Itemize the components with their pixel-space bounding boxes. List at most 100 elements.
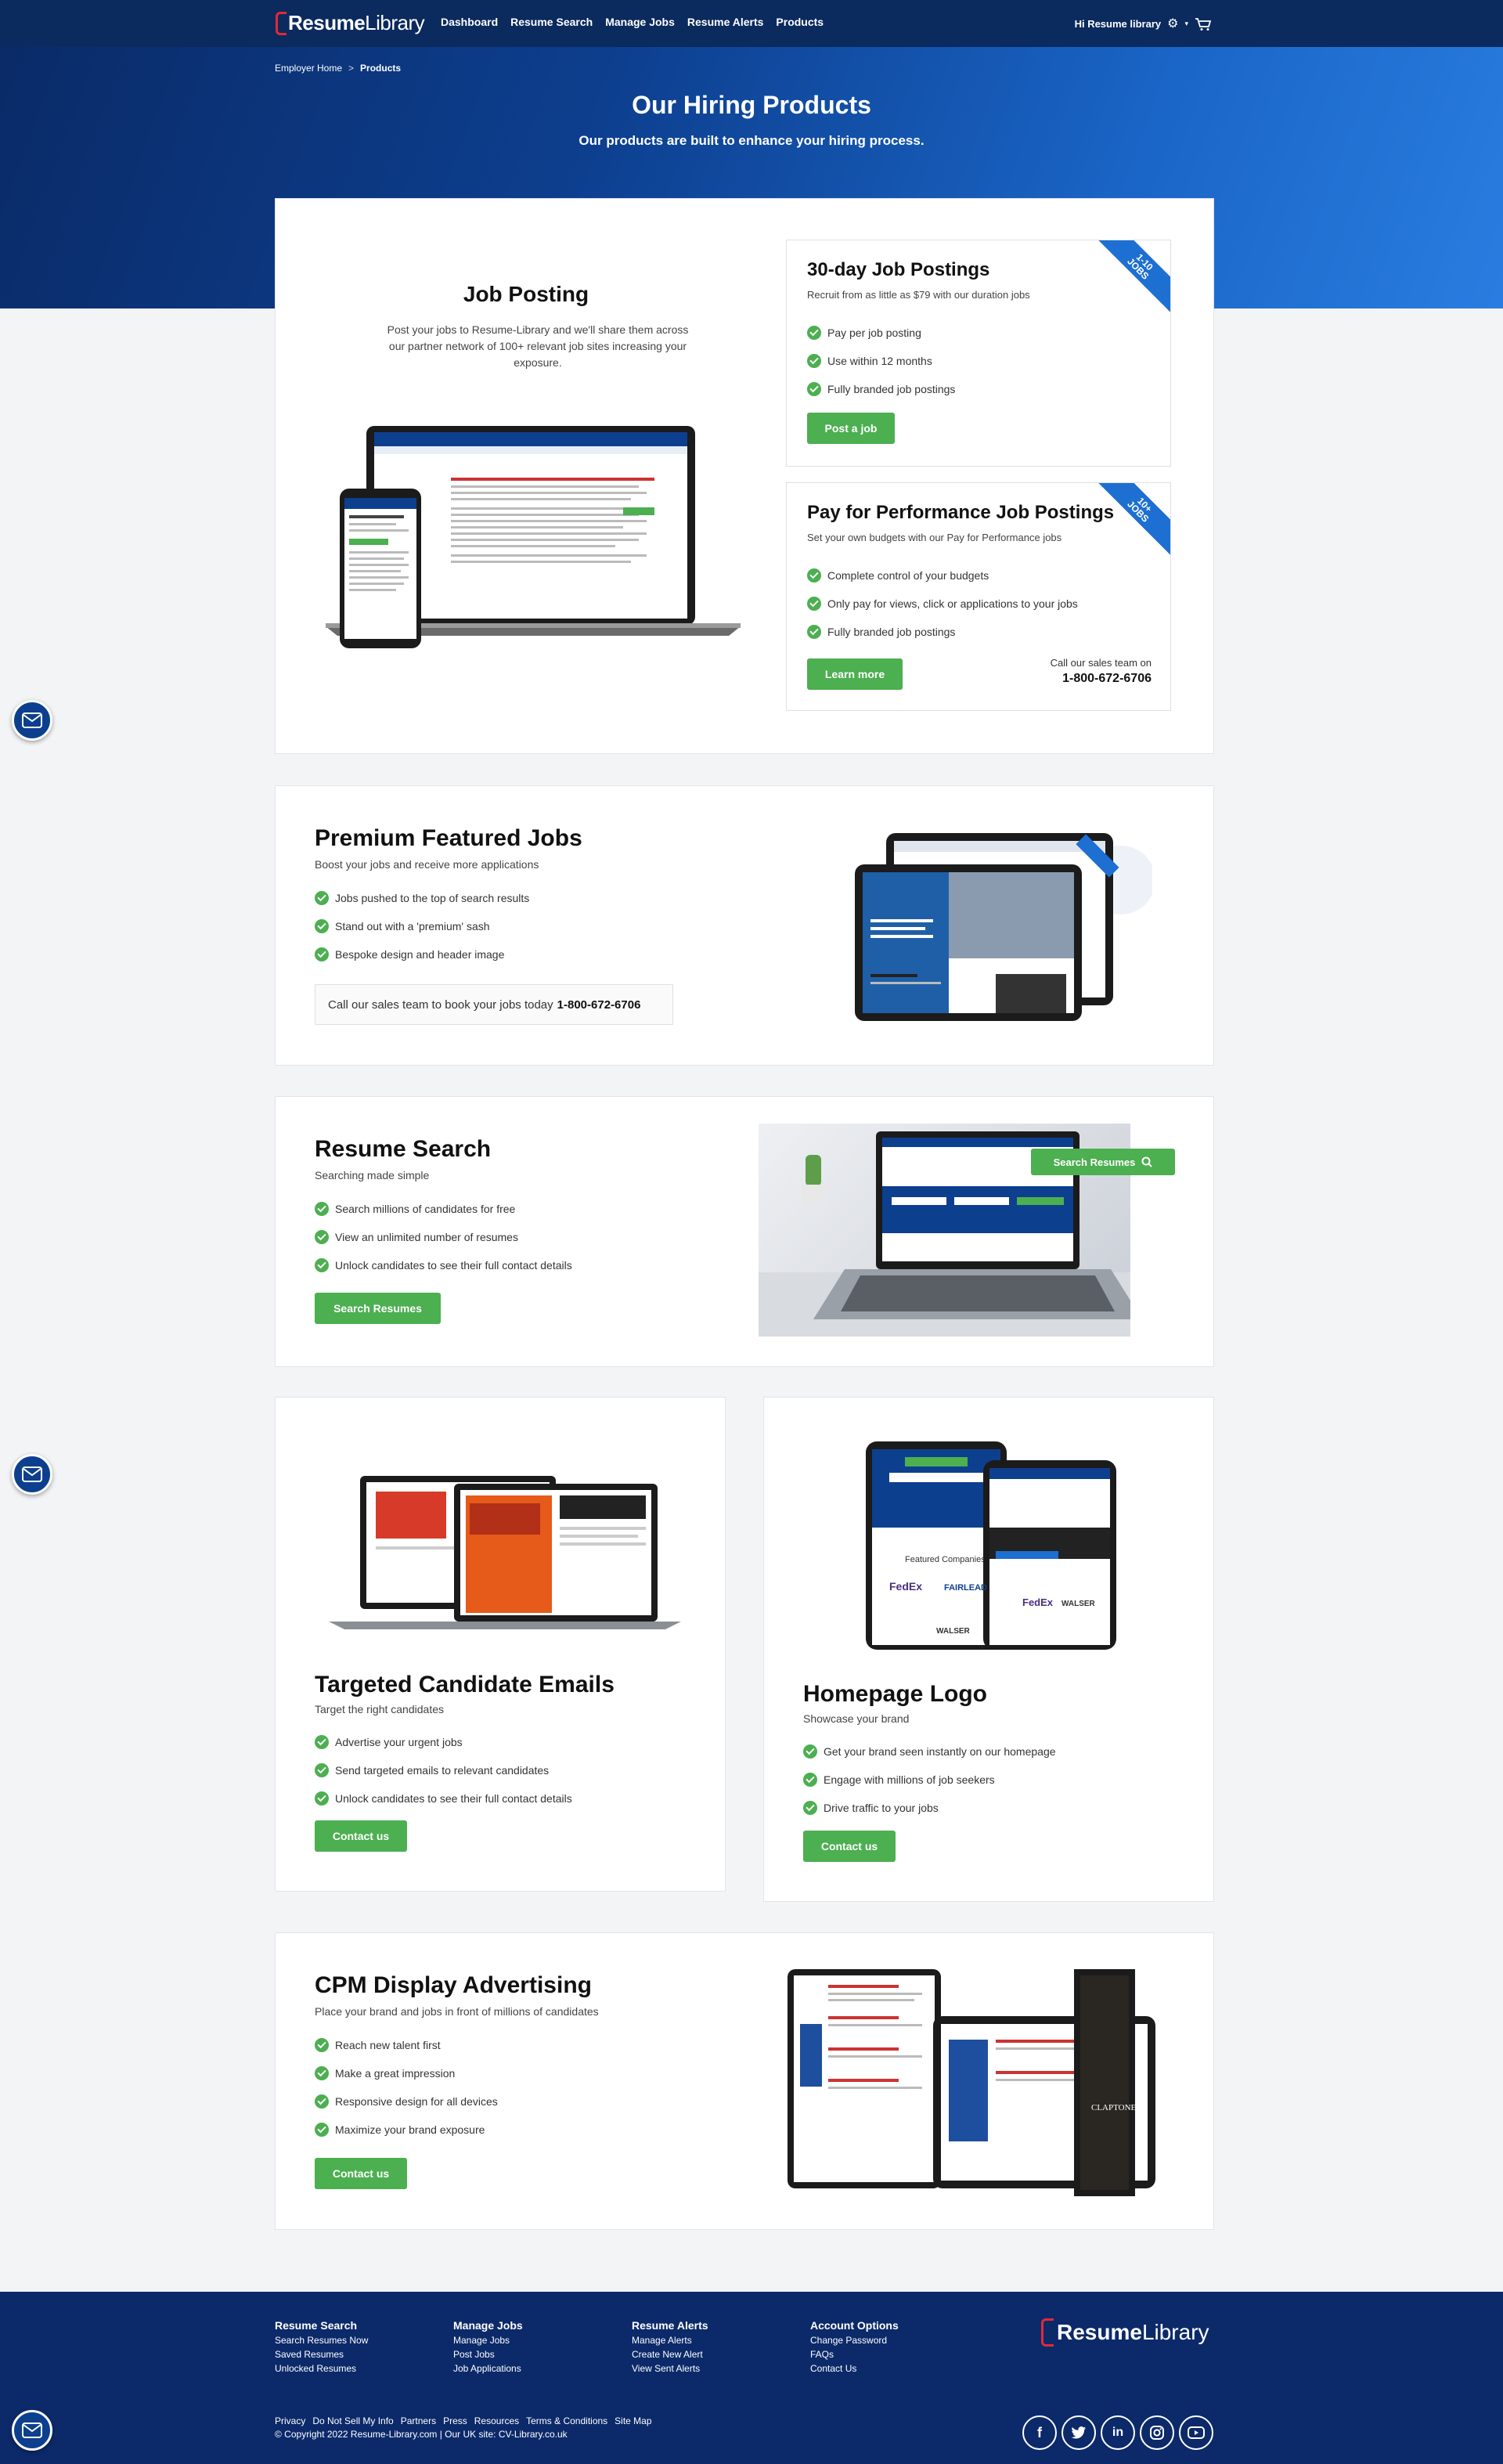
search-icon	[1141, 1156, 1153, 1167]
footer-copyright: © Copyright 2022 Resume-Library.com | Ou…	[275, 2429, 568, 2440]
premium-call-box: Call our sales team to book your jobs to…	[315, 984, 673, 1025]
footer-legal-link[interactable]: Press	[443, 2415, 467, 2426]
footer-legal-link[interactable]: Partners	[401, 2415, 436, 2426]
floating-mail-button[interactable]	[12, 700, 52, 741]
premium-call-text: Call our sales team to book your jobs to…	[328, 998, 553, 1012]
list-item: Engage with millions of job seekers	[803, 1766, 1056, 1794]
contact-us-button[interactable]: Contact us	[803, 1831, 896, 1862]
linkedin-icon[interactable]: in	[1101, 2415, 1135, 2450]
list-item: Unlock candidates to see their full cont…	[315, 1251, 572, 1279]
list-item: Stand out with a 'premium' sash	[315, 912, 529, 940]
breadcrumb-home[interactable]: Employer Home	[275, 63, 342, 74]
homepage-logo-feature-list: Get your brand seen instantly on our hom…	[803, 1737, 1056, 1822]
footer-link[interactable]: Saved Resumes	[275, 2347, 368, 2361]
homepage-logo-subtitle: Showcase your brand	[803, 1712, 910, 1725]
list-item: Use within 12 months	[807, 347, 955, 375]
premium-phone[interactable]: 1-800-672-6706	[557, 998, 641, 1012]
footer-legal-links: Privacy Do Not Sell My Info Partners Pre…	[275, 2415, 652, 2426]
resume-library-logo[interactable]: Resume Library	[276, 11, 425, 35]
floating-mail-button[interactable]	[12, 1454, 52, 1495]
sales-call-info: Call our sales team on 1-800-672-6706	[1051, 657, 1152, 686]
nav-resume-search[interactable]: Resume Search	[510, 16, 593, 28]
search-resumes-button[interactable]: Search Resumes	[315, 1293, 441, 1324]
contact-us-button[interactable]: Contact us	[315, 1820, 407, 1852]
homepage-logo-title: Homepage Logo	[803, 1681, 988, 1707]
footer-link[interactable]: Search Resumes Now	[275, 2333, 368, 2347]
svg-text:FAIRLEAD: FAIRLEAD	[944, 1583, 987, 1593]
nav-resume-alerts[interactable]: Resume Alerts	[687, 16, 764, 28]
ribbon-1-10-jobs: 1-10 JOBS	[1090, 240, 1170, 316]
footer-col-resume-alerts: Resume Alerts Manage Alerts Create New A…	[632, 2318, 708, 2376]
footer-link[interactable]: Create New Alert	[632, 2347, 708, 2361]
check-icon	[807, 382, 821, 396]
footer-legal-link[interactable]: Terms & Conditions	[526, 2415, 607, 2426]
check-icon	[315, 1735, 329, 1749]
list-item: Maximize your brand exposure	[315, 2116, 498, 2144]
learn-more-button[interactable]: Learn more	[807, 658, 903, 690]
resume-search-feature-list: Search millions of candidates for free V…	[315, 1195, 572, 1279]
svg-text:WALSER: WALSER	[936, 1627, 971, 1636]
list-item: Reach new talent first	[315, 2031, 498, 2059]
cpm-subtitle: Place your brand and jobs in front of mi…	[315, 2005, 599, 2018]
gear-icon[interactable]: ⚙	[1167, 16, 1178, 31]
footer-link[interactable]: Manage Alerts	[632, 2333, 708, 2347]
footer-link[interactable]: View Sent Alerts	[632, 2361, 708, 2376]
top-navbar: Resume Library Dashboard Resume Search Ma…	[0, 0, 1503, 47]
mail-icon	[22, 1466, 42, 1482]
floating-mail-button[interactable]	[12, 2410, 52, 2451]
homepage-logo-phones-illustration: Featured Companies FedEx FAIRLEAD FedEx …	[866, 1441, 1116, 1650]
footer-link[interactable]: Change Password	[810, 2333, 899, 2347]
youtube-icon[interactable]	[1179, 2415, 1213, 2450]
footer-logo[interactable]: Resume Library	[1041, 2318, 1209, 2347]
list-item: Only pay for views, click or application…	[807, 590, 1078, 618]
badge-label: Search Resumes	[1053, 1156, 1136, 1168]
check-icon	[803, 1773, 817, 1787]
page-title: Our Hiring Products	[632, 91, 871, 119]
resume-search-subtitle: Searching made simple	[315, 1169, 430, 1181]
footer-legal-link[interactable]: Site Map	[615, 2415, 651, 2426]
search-resumes-image-badge[interactable]: Search Resumes	[1031, 1149, 1175, 1175]
list-item: Responsive design for all devices	[315, 2087, 498, 2116]
footer-link[interactable]: Contact Us	[810, 2361, 899, 2376]
list-item: Bespoke design and header image	[315, 940, 529, 969]
logo-text-bold: Resume	[288, 11, 366, 34]
footer-link[interactable]: Post Jobs	[453, 2347, 523, 2361]
nav-dashboard[interactable]: Dashboard	[441, 16, 498, 28]
list-item: Make a great impression	[315, 2059, 498, 2087]
instagram-icon[interactable]	[1140, 2415, 1174, 2450]
plan-feature-list: Complete control of your budgets Only pa…	[807, 561, 1078, 646]
footer-link[interactable]: FAQs	[810, 2347, 899, 2361]
list-item: Get your brand seen instantly on our hom…	[803, 1737, 1056, 1766]
premium-tablets-illustration	[855, 833, 1152, 1021]
breadcrumb: Employer Home > Products	[275, 63, 401, 74]
footer-link[interactable]: Manage Jobs	[453, 2333, 523, 2347]
chevron-down-icon[interactable]: ▾	[1184, 20, 1188, 28]
job-posting-description: Post your jobs to Resume-Library and we'…	[387, 323, 689, 369]
nav-products[interactable]: Products	[776, 16, 824, 28]
nav-manage-jobs[interactable]: Manage Jobs	[605, 16, 675, 28]
footer-col-title: Account Options	[810, 2319, 899, 2332]
twitter-icon[interactable]	[1061, 2415, 1096, 2450]
footer-legal-link[interactable]: Privacy	[275, 2415, 305, 2426]
account-greeting[interactable]: Hi Resume library	[1075, 18, 1162, 30]
logo-text-bold: Resume	[1057, 2320, 1142, 2344]
check-icon	[315, 891, 329, 905]
check-icon	[807, 625, 821, 639]
page-subtitle: Our products are built to enhance your h…	[578, 133, 925, 148]
footer-col-manage-jobs: Manage Jobs Manage Jobs Post Jobs Job Ap…	[453, 2318, 523, 2376]
check-icon	[803, 1801, 817, 1815]
logo-text-light: Library	[365, 11, 425, 34]
list-item: Complete control of your budgets	[807, 561, 1078, 590]
plan-feature-list: Pay per job posting Use within 12 months…	[807, 319, 955, 403]
post-a-job-button[interactable]: Post a job	[807, 413, 895, 444]
footer-legal-link[interactable]: Resources	[474, 2415, 519, 2426]
contact-us-button[interactable]: Contact us	[315, 2158, 407, 2189]
footer-link[interactable]: Job Applications	[453, 2361, 523, 2376]
cart-icon[interactable]	[1195, 17, 1212, 31]
footer-link[interactable]: Unlocked Resumes	[275, 2361, 368, 2376]
cpm-feature-list: Reach new talent first Make a great impr…	[315, 2031, 498, 2144]
sales-phone[interactable]: 1-800-672-6706	[1051, 672, 1152, 686]
facebook-icon[interactable]: f	[1022, 2415, 1057, 2450]
svg-text:FedEx: FedEx	[889, 1580, 922, 1593]
footer-legal-link[interactable]: Do Not Sell My Info	[312, 2415, 393, 2426]
